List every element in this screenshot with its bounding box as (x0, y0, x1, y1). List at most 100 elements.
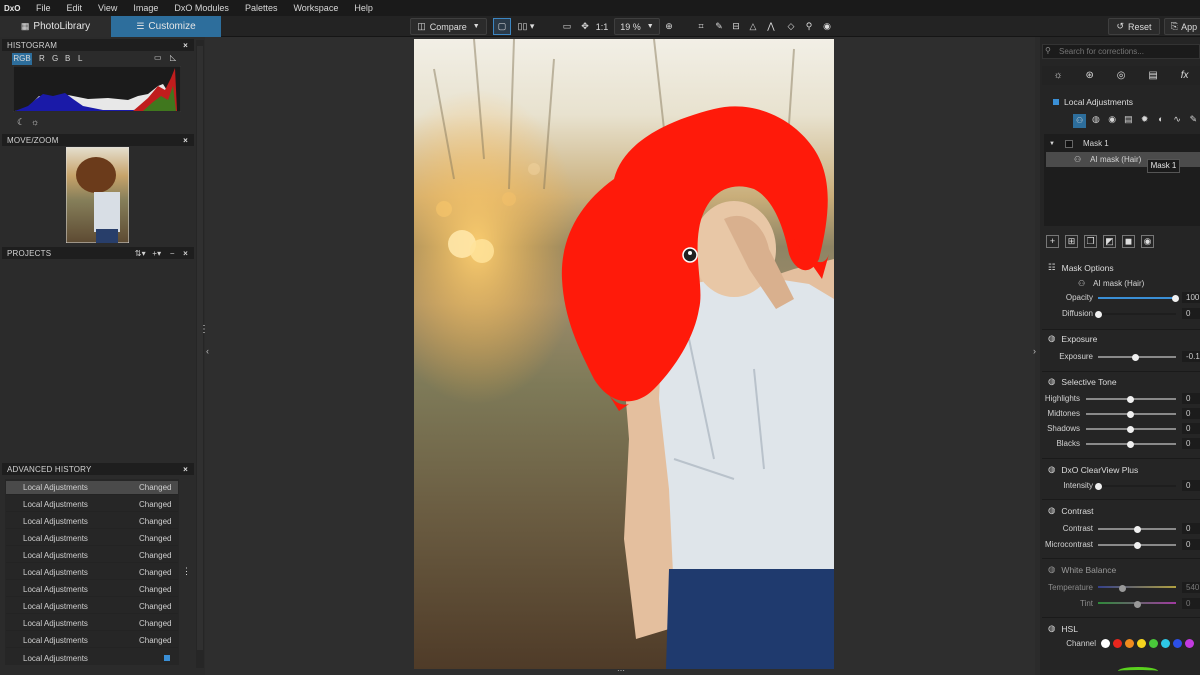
close-icon[interactable]: × (183, 41, 188, 50)
channel-cyan-swatch[interactable] (1161, 639, 1170, 648)
tab-customize[interactable]: ☰ Customize (111, 16, 221, 37)
mask-1-row[interactable]: ▼ Mask 1 (1045, 137, 1200, 150)
eye-icon[interactable]: ◉ (820, 18, 834, 35)
tab-photolibrary[interactable]: ▦ PhotoLibrary (0, 16, 111, 37)
detail-icon[interactable]: ◎ (1117, 70, 1126, 81)
menu-file[interactable]: File (28, 3, 59, 13)
drag-handle-icon[interactable]: ⋮ (182, 566, 191, 577)
repair-icon[interactable]: ⋀ (764, 18, 778, 35)
opacity-value[interactable]: 100 (1182, 292, 1200, 303)
split-view-button[interactable]: ▯▯ ▾ (512, 18, 540, 35)
history-row[interactable]: Local Adjustments Changed (6, 549, 178, 563)
zoom-select[interactable]: 19 % ▼ (614, 18, 660, 35)
curve-tool-icon[interactable]: ∿ (1171, 114, 1184, 128)
intensity-value[interactable]: 0 (1182, 480, 1200, 491)
blacks-value[interactable]: 0 (1182, 438, 1200, 449)
redeye-icon[interactable]: ⚲ (802, 18, 816, 35)
channel-blue-swatch[interactable] (1173, 639, 1182, 648)
sun-icon[interactable]: ☼ (31, 117, 39, 127)
local-adjust-icon[interactable]: ◇ (784, 18, 798, 35)
close-icon[interactable]: × (183, 465, 188, 474)
add-sub-mask-icon[interactable]: ⊞ (1065, 234, 1078, 248)
scrollbar-thumb[interactable] (197, 46, 203, 650)
reset-button[interactable]: ↺ Reset (1108, 18, 1160, 35)
tint-knob[interactable] (1134, 600, 1141, 608)
visibility-icon[interactable]: ◉ (1141, 234, 1154, 248)
eyedropper-icon[interactable]: ✎ (712, 18, 726, 35)
menu-view[interactable]: View (90, 3, 125, 13)
channel-yellow-swatch[interactable] (1137, 639, 1146, 648)
channel-l[interactable]: L (78, 53, 82, 65)
channel-orange-swatch[interactable] (1125, 639, 1134, 648)
light-icon[interactable]: ☼ (1053, 70, 1062, 81)
diffusion-knob[interactable] (1095, 310, 1102, 318)
pipette-icon[interactable]: ◍ (1048, 505, 1055, 516)
add-mask-icon[interactable]: + (1046, 234, 1059, 248)
compare-button[interactable]: ◫ Compare ▼ (410, 18, 487, 35)
microcontrast-value[interactable]: 0 (1182, 539, 1200, 550)
menu-dxo-modules[interactable]: DxO Modules (166, 3, 237, 13)
channel-red-swatch[interactable] (1113, 639, 1122, 648)
menu-palettes[interactable]: Palettes (237, 3, 286, 13)
contrast-value[interactable]: 0 (1182, 523, 1200, 534)
history-row[interactable]: Local Adjustments Changed (6, 481, 178, 495)
intensity-slider[interactable] (1098, 485, 1176, 487)
move-icon[interactable]: ✥ (578, 18, 592, 35)
history-row[interactable]: Local Adjustments (6, 651, 178, 665)
left-scrollbar[interactable] (196, 40, 204, 668)
single-view-button[interactable]: ▢ (493, 18, 511, 35)
close-icon[interactable]: × (183, 136, 188, 145)
ai-mask-tool-icon[interactable]: ⚇ (1073, 113, 1087, 128)
history-row[interactable]: Local Adjustments Changed (6, 532, 178, 546)
monitor-icon[interactable]: ▭ (154, 53, 162, 62)
apply-button[interactable]: ⎘ App (1164, 18, 1200, 35)
auto-mask-tool-icon[interactable]: ◉ (1106, 114, 1119, 128)
zoom-in-icon[interactable]: ⊕ (662, 18, 676, 35)
channel-b[interactable]: B (65, 53, 70, 65)
geometry-icon[interactable]: ▤ (1148, 70, 1157, 81)
midtones-value[interactable]: 0 (1182, 408, 1200, 419)
channel-g[interactable]: G (52, 53, 58, 65)
crop-icon[interactable]: ⌗ (694, 18, 708, 35)
control-point-tool-icon[interactable]: ✹ (1138, 114, 1151, 128)
pipette-icon[interactable]: ◍ (1048, 623, 1055, 634)
search-input[interactable] (1042, 44, 1200, 59)
shadows-value[interactable]: 0 (1182, 423, 1200, 434)
blacks-knob[interactable] (1127, 440, 1134, 448)
intensity-knob[interactable] (1095, 482, 1102, 490)
history-row[interactable]: Local Adjustments Changed (6, 634, 178, 648)
menu-help[interactable]: Help (346, 3, 381, 13)
eraser-tool-icon[interactable]: ✎ (1187, 114, 1200, 128)
pipette-icon[interactable]: ◍ (1048, 376, 1055, 387)
brush-tool-icon[interactable]: ◍ (1089, 114, 1102, 128)
temperature-slider[interactable] (1098, 586, 1176, 588)
close-icon[interactable]: × (183, 249, 188, 258)
navigator-thumbnail[interactable] (66, 147, 129, 243)
opacity-knob[interactable] (1172, 294, 1179, 302)
minus-icon[interactable]: − (170, 249, 175, 258)
history-row[interactable]: Local Adjustments Changed (6, 617, 178, 631)
pipette-icon[interactable]: ◍ (1048, 464, 1055, 475)
one-to-one-button[interactable]: 1:1 (595, 18, 609, 35)
exposure-knob[interactable] (1132, 353, 1139, 361)
highlights-knob[interactable] (1127, 395, 1134, 403)
opacity-slider[interactable] (1098, 297, 1176, 299)
diffusion-slider[interactable] (1098, 313, 1176, 315)
collapse-left-icon[interactable]: ‹ (206, 346, 209, 356)
duplicate-icon[interactable]: ❐ (1084, 234, 1097, 248)
invert-icon[interactable]: ◩ (1103, 234, 1116, 248)
mask-square-icon[interactable]: ◼ (1122, 234, 1135, 248)
midtones-knob[interactable] (1127, 410, 1134, 418)
collapse-right-icon[interactable]: › (1033, 346, 1036, 356)
channel-all-swatch[interactable] (1101, 639, 1110, 648)
pipette-icon[interactable]: ◍ (1048, 333, 1055, 344)
menu-edit[interactable]: Edit (59, 3, 91, 13)
contrast-knob[interactable] (1134, 525, 1141, 533)
channel-r[interactable]: R (39, 53, 45, 65)
history-row[interactable]: Local Adjustments Changed (6, 566, 178, 580)
add-icon[interactable]: +▾ (152, 249, 161, 258)
effects-icon[interactable]: fx (1181, 70, 1189, 81)
exposure-value[interactable]: -0.1 (1182, 351, 1200, 362)
perspective-icon[interactable]: △ (746, 18, 760, 35)
fit-icon[interactable]: ▭ (560, 18, 574, 35)
